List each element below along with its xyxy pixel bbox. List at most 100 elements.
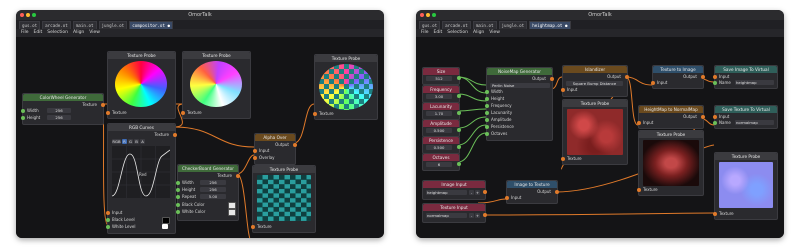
output-pin[interactable] xyxy=(483,190,487,194)
black-level-pin[interactable] xyxy=(106,218,110,222)
output-pin[interactable] xyxy=(457,128,461,132)
texture-pin[interactable] xyxy=(313,112,317,116)
frequency-pin[interactable] xyxy=(485,104,489,108)
input-pin[interactable] xyxy=(637,121,641,125)
node-canvas[interactable]: Size 512 Frequency 3.00 Lacunarity 1.70 … xyxy=(416,37,784,238)
node-canvas[interactable]: ColorWheel Generator Texture Width 256 H… xyxy=(16,37,384,238)
output-pin[interactable] xyxy=(236,174,240,178)
texture-input-node[interactable]: Texture Input normalmap - + xyxy=(422,203,487,223)
output-pin[interactable] xyxy=(101,103,105,107)
output-pin[interactable] xyxy=(555,190,559,194)
channel-g-button[interactable]: G xyxy=(128,139,133,144)
white-level-pin[interactable] xyxy=(106,225,110,229)
menu-align[interactable]: Align xyxy=(73,29,84,37)
persistence-node[interactable]: Persistence 0.500 xyxy=(422,136,461,154)
output-pin[interactable] xyxy=(625,75,629,79)
menu-file[interactable]: File xyxy=(21,29,29,37)
decrement-button[interactable]: - xyxy=(469,190,474,195)
octaves-node[interactable]: Octaves 6 xyxy=(422,153,461,171)
output-pin[interactable] xyxy=(550,77,554,81)
menu-align[interactable]: Align xyxy=(473,29,484,37)
black-color-swatch[interactable] xyxy=(228,202,236,209)
persistence-field[interactable]: 0.500 xyxy=(426,145,452,150)
size-field[interactable]: 512 xyxy=(426,76,452,81)
repeat-pin[interactable] xyxy=(176,195,180,199)
amplitude-node[interactable]: Amplitude 0.500 xyxy=(422,119,461,137)
height-pin[interactable] xyxy=(21,116,25,120)
texture-pin[interactable] xyxy=(561,157,565,161)
distance-mode-select[interactable]: Square Bump Distance xyxy=(566,81,623,86)
alpha-over-node[interactable]: Alpha Over Output Input Overlay xyxy=(253,133,297,165)
output-pin[interactable] xyxy=(457,162,461,166)
input-pin[interactable] xyxy=(106,211,110,215)
octaves-pin[interactable] xyxy=(485,132,489,136)
output-pin[interactable] xyxy=(293,143,297,147)
black-level-swatch[interactable] xyxy=(162,217,170,224)
input-pin[interactable] xyxy=(505,196,509,200)
output-pin[interactable] xyxy=(701,115,705,119)
channel-a-button[interactable]: A xyxy=(140,139,145,144)
maximize-button[interactable] xyxy=(432,13,436,17)
texture-probe-node[interactable]: Texture Probe Texture xyxy=(561,99,628,165)
lacunarity-field[interactable]: 1.70 xyxy=(426,111,452,116)
minimize-button[interactable] xyxy=(26,13,30,17)
name-pin[interactable] xyxy=(713,81,717,85)
texture-probe-node[interactable]: Texture Probe Texture xyxy=(713,152,778,220)
frequency-node[interactable]: Frequency 3.00 xyxy=(422,85,461,103)
octaves-field[interactable]: 6 xyxy=(426,162,452,167)
overlay-pin[interactable] xyxy=(253,156,257,160)
lacunarity-node[interactable]: Lacunarity 1.70 xyxy=(422,102,461,120)
input-pin[interactable] xyxy=(713,75,717,79)
name-pin[interactable] xyxy=(713,121,717,125)
image-input-field[interactable]: heightmap xyxy=(426,190,467,195)
repeat-field[interactable]: 5.00 xyxy=(200,194,226,199)
increment-button[interactable]: + xyxy=(475,190,480,195)
rgb-curves-node[interactable]: RGB Curves Texture RGB R G B A Red Input… xyxy=(106,123,177,234)
noise-type-select[interactable]: Perlin Noise xyxy=(490,83,550,88)
heightmap-to-normalmap-node[interactable]: HeightMap to NormalMap Output Input xyxy=(637,105,705,129)
islandizer-node[interactable]: Islandizer Output Square Bump Distance I… xyxy=(561,65,629,97)
save-image-node[interactable]: Save Image To Virtual Input Name heightm… xyxy=(713,65,778,89)
output-pin[interactable] xyxy=(457,94,461,98)
texture-pin[interactable] xyxy=(251,225,255,229)
output-pin[interactable] xyxy=(701,75,705,79)
white-color-pin[interactable] xyxy=(176,210,180,214)
minimize-button[interactable] xyxy=(426,13,430,17)
menu-file[interactable]: File xyxy=(421,29,429,37)
black-color-pin[interactable] xyxy=(176,203,180,207)
white-color-swatch[interactable] xyxy=(228,209,236,216)
texture-probe-node[interactable]: Texture Probe Texture xyxy=(251,165,316,233)
height-field[interactable]: 256 xyxy=(47,115,71,120)
texture-probe-node[interactable]: Texture Probe Texture xyxy=(106,51,176,119)
name-field[interactable]: heightmap xyxy=(735,80,774,85)
input-pin[interactable] xyxy=(651,81,655,85)
menu-edit[interactable]: Edit xyxy=(34,29,43,37)
size-node[interactable]: Size 512 xyxy=(422,67,461,85)
image-to-texture-node[interactable]: Image to Texture Output Input xyxy=(505,180,559,204)
colorwheel-generator-node[interactable]: ColorWheel Generator Texture Width 256 H… xyxy=(21,93,105,125)
width-pin[interactable] xyxy=(485,90,489,94)
texture-pin[interactable] xyxy=(713,212,717,216)
output-pin[interactable] xyxy=(457,76,461,80)
maximize-button[interactable] xyxy=(32,13,36,17)
height-field[interactable]: 256 xyxy=(200,187,226,192)
output-pin[interactable] xyxy=(457,111,461,115)
menu-selection[interactable]: Selection xyxy=(47,29,68,37)
width-field[interactable]: 256 xyxy=(47,108,71,113)
frequency-field[interactable]: 3.00 xyxy=(426,94,452,99)
height-pin[interactable] xyxy=(176,188,180,192)
texture-to-image-node[interactable]: Texture to Image Output Input xyxy=(651,65,705,89)
texture-pin[interactable] xyxy=(106,111,110,115)
increment-button[interactable]: + xyxy=(475,213,480,218)
output-pin[interactable] xyxy=(457,145,461,149)
decrement-button[interactable]: - xyxy=(469,213,474,218)
close-button[interactable] xyxy=(20,13,24,17)
input-pin[interactable] xyxy=(561,88,565,92)
menu-view[interactable]: View xyxy=(89,29,100,37)
menu-view[interactable]: View xyxy=(489,29,500,37)
texture-pin[interactable] xyxy=(181,111,185,115)
channel-r-button[interactable]: R xyxy=(122,139,127,144)
save-texture-node[interactable]: Save Texture To Virtual Input Name norma… xyxy=(713,105,778,129)
white-level-swatch[interactable] xyxy=(162,224,168,229)
width-pin[interactable] xyxy=(21,109,25,113)
